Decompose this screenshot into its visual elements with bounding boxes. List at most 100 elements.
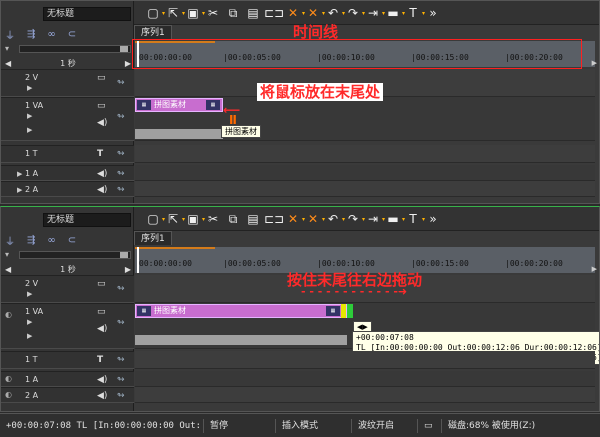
zoom-slider[interactable]: [19, 45, 131, 53]
expand-arrow-icon[interactable]: ▶: [27, 126, 32, 134]
clip-puzzle-material[interactable]: ▦ 拼图素材 ▦: [135, 98, 223, 112]
open-icon[interactable]: ⇱ ▾: [164, 211, 185, 227]
group-icon[interactable]: ⊂: [68, 29, 76, 40]
expand-arrow-icon[interactable]: ▶: [27, 318, 32, 326]
sync-icon[interactable]: ↬: [117, 318, 125, 328]
speaker-icon[interactable]: ◀): [97, 118, 107, 128]
track-header-2a[interactable]: 2 A ▶ ◀) ↬: [1, 181, 134, 197]
track-header-1a[interactable]: ◐ 1 A ◀) ↬: [1, 371, 134, 387]
track-header-2v[interactable]: 2 V ▶ ▭ ↬: [1, 275, 134, 303]
status-ripple[interactable]: 波纹开启: [352, 418, 418, 433]
sync-icon[interactable]: ↬: [117, 185, 125, 195]
split-icon[interactable]: ⇶: [27, 235, 35, 246]
lane-1t[interactable]: [135, 351, 595, 369]
mixer-icon[interactable]: ⏚: [5, 233, 15, 248]
lock-icon[interactable]: ▾: [5, 250, 15, 260]
sync-icon[interactable]: ↬: [117, 78, 125, 88]
speaker-icon[interactable]: ◀): [97, 169, 107, 179]
copy-icon[interactable]: ⧉: [224, 211, 242, 227]
copy-icon[interactable]: ⧉: [224, 5, 242, 21]
delete-left-icon[interactable]: ✕ ▾: [284, 211, 305, 227]
cut-icon[interactable]: ✂: [204, 5, 222, 21]
patch-icon[interactable]: ◐: [5, 310, 19, 322]
track-header-2a[interactable]: ◐ 2 A ◀) ↬: [1, 387, 134, 403]
patch-icon[interactable]: ◐: [5, 374, 19, 386]
clip-audio-part[interactable]: [135, 335, 347, 345]
sync-icon[interactable]: ↬: [117, 391, 125, 401]
open-icon[interactable]: ⇱ ▾: [164, 5, 185, 21]
speaker-icon[interactable]: ◀): [97, 391, 107, 401]
expand-arrow-icon[interactable]: ▶: [27, 84, 32, 92]
track-header-1va[interactable]: 1 VA ▶ ▶ ▭ ◀) ↬: [1, 97, 134, 141]
save-icon[interactable]: ▣ ▾: [184, 5, 205, 21]
track-header-1a[interactable]: 1 A ▶ ◀) ↬: [1, 165, 134, 181]
group-icon[interactable]: ⊂: [68, 235, 76, 246]
track-header-1t[interactable]: 1 T T ↬: [1, 145, 134, 163]
track-header-2v[interactable]: 2 V ▶ ▭ ↬: [1, 69, 134, 97]
sync-icon[interactable]: ↬: [117, 149, 125, 159]
speaker-icon[interactable]: ◀): [97, 375, 107, 385]
patch-icon[interactable]: ◐: [5, 390, 19, 402]
mixer-icon[interactable]: ⏚: [5, 27, 15, 42]
expand-arrow-icon[interactable]: ▶: [17, 170, 22, 178]
sync-icon[interactable]: ↬: [117, 355, 125, 365]
expand-arrow-icon[interactable]: ▶: [27, 290, 32, 298]
cut-icon[interactable]: ✂: [204, 211, 222, 227]
split-clip-icon[interactable]: ⊏⊐: [264, 5, 284, 21]
title-tool-icon[interactable]: T ▾: [404, 5, 425, 21]
scale-right-arrow-icon[interactable]: ▶: [125, 265, 131, 274]
link-clip-icon[interactable]: ▬ ▾: [384, 5, 405, 21]
tab-sequence-1[interactable]: 序列1: [134, 231, 172, 245]
sync-icon[interactable]: ↬: [117, 375, 125, 385]
tab-sequence-1[interactable]: 序列1: [134, 25, 172, 39]
clip-audio-part[interactable]: [135, 129, 223, 139]
text-icon[interactable]: T: [97, 149, 103, 159]
monitor-toggle-icon[interactable]: ▭: [418, 418, 442, 433]
delete-left-icon[interactable]: ✕ ▾: [284, 5, 305, 21]
zoom-slider-thumb[interactable]: [120, 46, 128, 52]
split-clip-icon[interactable]: ⊏⊐: [264, 211, 284, 227]
clip-puzzle-material[interactable]: ▦ 拼图素材 ▦: [135, 304, 347, 318]
track-header-1t[interactable]: 1 T T ↬: [1, 351, 134, 369]
new-icon[interactable]: ▢ ▾: [144, 211, 165, 227]
project-title-field[interactable]: 无标题: [43, 7, 131, 21]
marker-icon[interactable]: ⇥ ▾: [364, 211, 385, 227]
title-tool-icon[interactable]: T ▾: [404, 211, 425, 227]
zoom-slider-thumb[interactable]: [120, 252, 128, 258]
expand-arrow-icon[interactable]: ▶: [27, 332, 32, 340]
scale-left-arrow-icon[interactable]: ◀: [5, 265, 11, 274]
sync-icon[interactable]: ↬: [117, 284, 125, 294]
split-icon[interactable]: ⇶: [27, 29, 35, 40]
speaker-icon[interactable]: ◀): [97, 185, 107, 195]
lane-1a[interactable]: [135, 165, 595, 181]
speaker-icon[interactable]: ◀): [97, 324, 107, 334]
more-icon[interactable]: »: [424, 211, 442, 227]
scroll-right-icon[interactable]: ▶: [592, 59, 597, 67]
lock-icon[interactable]: ▾: [5, 44, 15, 54]
lane-1t[interactable]: [135, 145, 595, 163]
save-icon[interactable]: ▣ ▾: [184, 211, 205, 227]
paste-icon[interactable]: ▤: [244, 5, 262, 21]
project-title-field[interactable]: 无标题: [43, 213, 131, 227]
marker-icon[interactable]: ⇥ ▾: [364, 5, 385, 21]
link-icon[interactable]: ∞: [47, 29, 55, 40]
clip-trim-handle[interactable]: [347, 304, 353, 318]
undo-icon[interactable]: ↶ ▾: [324, 5, 345, 21]
link-icon[interactable]: ∞: [47, 235, 55, 246]
delete-right-icon[interactable]: ✕ ▾: [304, 5, 325, 21]
scale-left-arrow-icon[interactable]: ◀: [5, 59, 11, 68]
redo-icon[interactable]: ↷ ▾: [344, 5, 365, 21]
scale-right-arrow-icon[interactable]: ▶: [125, 59, 131, 68]
scroll-right-icon[interactable]: ▶: [592, 265, 597, 273]
link-clip-icon[interactable]: ▬ ▾: [384, 211, 405, 227]
undo-icon[interactable]: ↶ ▾: [324, 211, 345, 227]
paste-icon[interactable]: ▤: [244, 211, 262, 227]
expand-arrow-icon[interactable]: ▶: [27, 112, 32, 120]
monitor-icon[interactable]: ▭: [97, 279, 106, 289]
monitor-icon[interactable]: ▭: [97, 101, 106, 111]
track-header-1va[interactable]: ◐ 1 VA ▶ ▶ ▭ ◀) ↬: [1, 303, 134, 349]
lane-2a[interactable]: [135, 387, 595, 403]
monitor-icon[interactable]: ▭: [97, 73, 106, 83]
zoom-slider[interactable]: [19, 251, 131, 259]
more-icon[interactable]: »: [424, 5, 442, 21]
